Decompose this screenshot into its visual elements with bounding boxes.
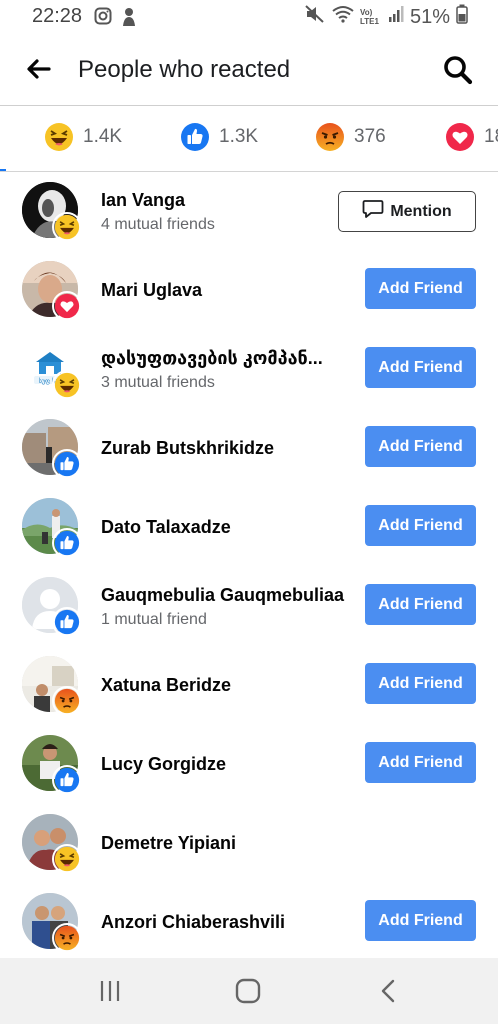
like-icon (52, 449, 82, 479)
like-icon (52, 765, 82, 795)
haha-icon (52, 844, 82, 874)
instagram-icon (94, 7, 112, 32)
list-item[interactable]: Anzori Chiaberashvili Add Friend (0, 883, 498, 962)
mutual-friends: 4 mutual friends (101, 216, 215, 233)
page-title: People who reacted (78, 56, 291, 83)
search-icon[interactable] (442, 54, 474, 86)
person-name[interactable]: დასუფთავების კომპან... (101, 348, 323, 369)
home-icon[interactable] (233, 976, 263, 1006)
add-friend-button[interactable]: Add Friend (365, 900, 476, 941)
back-arrow-icon[interactable] (24, 54, 54, 84)
person-name[interactable]: Anzori Chiaberashvili (101, 912, 285, 933)
list-item[interactable]: სუფ სახ დასუფთავების კომპან... 3 mutual … (0, 330, 498, 409)
like-icon (52, 607, 82, 637)
status-bar: 22:28 Vo) LTE1 51% (0, 0, 498, 34)
haha-icon (52, 370, 82, 400)
add-friend-button[interactable]: Add Friend (365, 347, 476, 388)
battery-icon (456, 4, 468, 30)
haha-icon (44, 122, 74, 152)
tab-love[interactable]: 18 (445, 122, 498, 152)
angry-icon (52, 923, 82, 953)
person-name[interactable]: Gauqmebulia Gauqmebuliaa (101, 585, 344, 606)
list-item[interactable]: Dato Talaxadze Add Friend (0, 488, 498, 567)
network-label: Vo) LTE1 (359, 8, 379, 26)
mutual-friends: 3 mutual friends (101, 374, 215, 391)
mention-button-label: Mention (390, 202, 452, 220)
list-item[interactable]: Ian Vanga 4 mutual friends Mention (0, 172, 498, 251)
tab-love-count: 18 (484, 126, 498, 147)
angry-icon (315, 122, 345, 152)
mute-icon (304, 4, 326, 30)
signal-icon (388, 5, 404, 29)
like-icon (52, 528, 82, 558)
list-item[interactable]: Xatuna Beridze Add Friend (0, 646, 498, 725)
love-icon (52, 291, 82, 321)
list-item[interactable]: Gauqmebulia Gauqmebuliaa 1 mutual friend… (0, 567, 498, 646)
wifi-icon (332, 5, 354, 29)
status-left-icons (94, 7, 138, 32)
system-nav-bar (0, 958, 498, 1024)
list-item[interactable]: Lucy Gorgidze Add Friend (0, 725, 498, 804)
list-item[interactable]: Mari Uglava Add Friend (0, 251, 498, 330)
add-friend-button[interactable]: Add Friend (365, 426, 476, 467)
status-right: Vo) LTE1 51% (304, 4, 468, 30)
back-nav-icon[interactable] (374, 976, 404, 1006)
status-time: 22:28 (32, 5, 83, 27)
add-friend-button[interactable]: Add Friend (365, 505, 476, 546)
add-friend-button[interactable]: Add Friend (365, 268, 476, 309)
like-icon (180, 122, 210, 152)
tab-like[interactable]: 1.3K (180, 122, 258, 152)
person-name[interactable]: Ian Vanga (101, 190, 185, 211)
tab-haha-count: 1.4K (83, 126, 123, 147)
list-item[interactable]: Demetre Yipiani (0, 804, 498, 883)
person-name[interactable]: Demetre Yipiani (101, 833, 236, 854)
mutual-friends: 1 mutual friend (101, 611, 207, 628)
add-friend-button[interactable]: Add Friend (365, 584, 476, 625)
person-name[interactable]: Lucy Gorgidze (101, 754, 226, 775)
person-name[interactable]: Dato Talaxadze (101, 517, 231, 538)
app-header: People who reacted (0, 34, 498, 106)
recent-apps-icon[interactable] (95, 976, 125, 1006)
person-name[interactable]: Mari Uglava (101, 280, 202, 301)
bitmoji-icon (120, 7, 138, 32)
comment-icon (362, 199, 384, 224)
battery-percent: 51% (409, 5, 450, 28)
haha-icon (52, 212, 82, 242)
love-icon (445, 122, 475, 152)
add-friend-button[interactable]: Add Friend (365, 742, 476, 783)
list-item[interactable]: Zurab Butskhrikidze Add Friend (0, 409, 498, 488)
tab-angry-count: 376 (354, 126, 386, 147)
mention-button[interactable]: Mention (338, 191, 476, 232)
add-friend-button[interactable]: Add Friend (365, 663, 476, 704)
reaction-tabs: 1.4K 1.3K 376 18 (0, 106, 498, 172)
angry-icon (52, 686, 82, 716)
tab-haha[interactable]: 1.4K (44, 122, 122, 152)
tab-angry[interactable]: 376 (315, 122, 386, 152)
tab-like-count: 1.3K (219, 126, 259, 147)
person-name[interactable]: Zurab Butskhrikidze (101, 438, 274, 459)
person-name[interactable]: Xatuna Beridze (101, 675, 231, 696)
